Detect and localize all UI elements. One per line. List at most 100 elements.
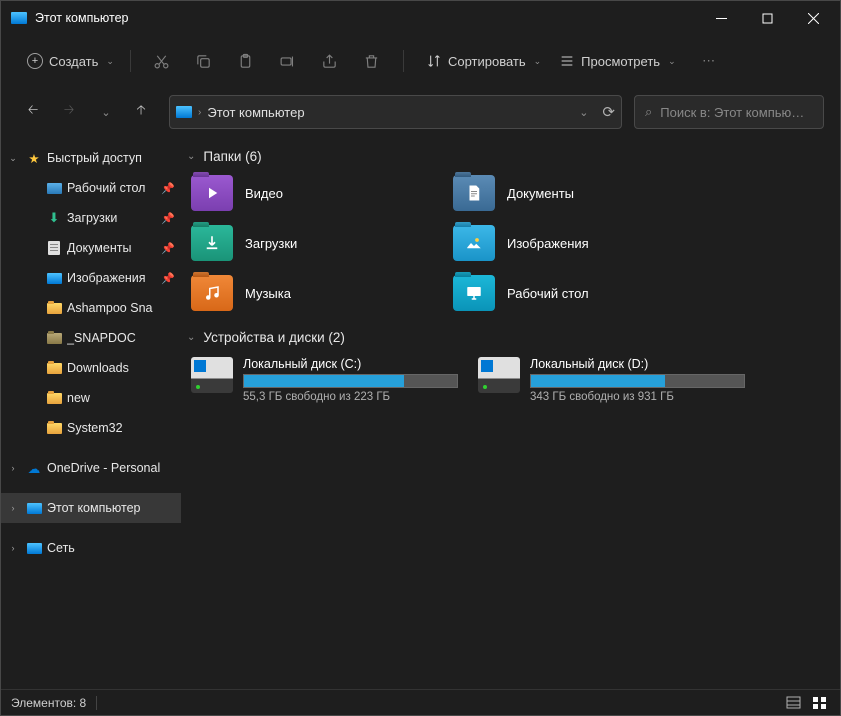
rename-button[interactable] <box>269 44 307 78</box>
copy-button[interactable] <box>185 44 223 78</box>
close-button[interactable] <box>790 1 836 35</box>
share-button[interactable] <box>311 44 349 78</box>
sidebar: ⌄ ★ Быстрый доступ Рабочий стол 📌 ⬇Загрузк… <box>1 137 181 689</box>
chevron-down-icon[interactable]: ⌄ <box>5 153 21 164</box>
details-view-button[interactable] <box>782 693 804 713</box>
thispc-icon <box>25 503 43 514</box>
drive-subtitle: 55,3 ГБ свободно из 223 ГБ <box>243 391 458 403</box>
folder-item[interactable]: Музыка <box>187 272 437 314</box>
folder-icon <box>191 275 233 311</box>
titlebar[interactable]: Этот компьютер <box>1 1 840 35</box>
more-button[interactable]: ⋯ <box>690 44 728 78</box>
pin-icon: 📌 <box>161 272 175 285</box>
sidebar-item-label: System32 <box>67 421 175 435</box>
up-button[interactable]: 🡡 <box>125 96 157 128</box>
recent-button[interactable]: ⌄ <box>89 96 121 128</box>
new-button[interactable]: + Создать ⌄ <box>17 44 118 78</box>
group-label: Папки (6) <box>203 149 261 164</box>
sidebar-item-label: Быстрый доступ <box>47 151 175 165</box>
sidebar-item[interactable]: _SNAPDOC <box>21 323 181 353</box>
sidebar-item-network[interactable]: › Сеть <box>1 533 181 563</box>
chevron-down-icon: ⌄ <box>106 56 114 67</box>
drive-item[interactable]: Локальный диск (C:) 55,3 ГБ свободно из 2… <box>187 353 462 407</box>
toolbar: + Создать ⌄ Сортировать ⌄ Просмотреть ⌄ … <box>1 35 840 87</box>
address-bar[interactable]: › Этот компьютер ⌄ ⟳ <box>169 95 622 129</box>
sidebar-item-quick-access[interactable]: ⌄ ★ Быстрый доступ <box>1 143 181 173</box>
sidebar-item[interactable]: ⬇Загрузки📌 <box>21 203 181 233</box>
content-area: ⌄ Папки (6) Видео Документы Загрузки Изобра… <box>181 137 840 689</box>
drive-capacity-bar <box>530 374 745 388</box>
folder-icon <box>453 175 495 211</box>
drive-subtitle: 343 ГБ свободно из 931 ГБ <box>530 391 745 403</box>
pin-icon: 📌 <box>161 182 175 195</box>
statusbar: Элементов: 8 <box>1 689 840 715</box>
sidebar-item[interactable]: Downloads <box>21 353 181 383</box>
chevron-down-icon[interactable]: ⌄ <box>579 106 588 119</box>
folder-item[interactable]: Изображения <box>449 222 699 264</box>
sort-button[interactable]: Сортировать ⌄ <box>416 44 545 78</box>
star-icon: ★ <box>25 151 43 166</box>
sidebar-item-label: Документы <box>67 241 157 255</box>
thispc-icon <box>11 12 27 24</box>
sidebar-item-thispc[interactable]: › Этот компьютер <box>1 493 181 523</box>
folder-label: Изображения <box>507 236 589 251</box>
folder-item[interactable]: Документы <box>449 172 699 214</box>
sidebar-item-label: new <box>67 391 175 405</box>
chevron-right-icon[interactable]: › <box>5 463 21 473</box>
sidebar-item[interactable]: Рабочий стол 📌 <box>21 173 181 203</box>
pin-icon: 📌 <box>161 242 175 255</box>
refresh-button[interactable]: ⟳ <box>602 103 615 121</box>
back-button[interactable]: 🡠 <box>17 96 49 128</box>
folder-label: Загрузки <box>245 236 297 251</box>
folder-icon <box>45 423 63 434</box>
folders-group-header[interactable]: ⌄ Папки (6) <box>187 149 834 164</box>
sidebar-item-label: Изображения <box>67 271 157 285</box>
maximize-button[interactable] <box>744 1 790 35</box>
sidebar-item-label: Этот компьютер <box>47 501 175 515</box>
folder-icon <box>45 363 63 374</box>
search-placeholder: Поиск в: Этот компью… <box>660 105 804 120</box>
sort-label: Сортировать <box>448 54 526 69</box>
drive-item[interactable]: Локальный диск (D:) 343 ГБ свободно из 93… <box>474 353 749 407</box>
sidebar-item[interactable]: new <box>21 383 181 413</box>
tiles-view-button[interactable] <box>808 693 830 713</box>
explorer-window: Этот компьютер + Создать ⌄ Сортировать ⌄… <box>0 0 841 716</box>
chevron-down-icon: ⌄ <box>534 56 542 67</box>
folder-icon <box>191 175 233 211</box>
folder-label: Документы <box>507 186 574 201</box>
drive-icon <box>478 357 520 393</box>
chevron-right-icon[interactable]: › <box>5 543 21 553</box>
delete-button[interactable] <box>353 44 391 78</box>
chevron-right-icon[interactable]: › <box>5 503 21 513</box>
sidebar-item-label: _SNAPDOC <box>67 331 175 345</box>
sidebar-item[interactable]: System32 <box>21 413 181 443</box>
cut-button[interactable] <box>143 44 181 78</box>
view-button[interactable]: Просмотреть ⌄ <box>549 44 679 78</box>
sidebar-item-onedrive[interactable]: › ☁ OneDrive - Personal <box>1 453 181 483</box>
view-label: Просмотреть <box>581 54 660 69</box>
search-input[interactable]: ⌕ Поиск в: Этот компью… <box>634 95 824 129</box>
navbar: 🡠 🡢 ⌄ 🡡 › Этот компьютер ⌄ ⟳ ⌕ Поиск в: … <box>1 87 840 137</box>
window-title: Этот компьютер <box>35 11 698 25</box>
drives-group-header[interactable]: ⌄ Устройства и диски (2) <box>187 330 834 345</box>
folder-item[interactable]: Загрузки <box>187 222 437 264</box>
sidebar-item[interactable]: Ashampoo Sna <box>21 293 181 323</box>
drive-name: Локальный диск (C:) <box>243 357 458 371</box>
chevron-down-icon: ⌄ <box>187 151 195 162</box>
minimize-button[interactable] <box>698 1 744 35</box>
folder-item[interactable]: Видео <box>187 172 437 214</box>
sidebar-item[interactable]: Документы 📌 <box>21 233 181 263</box>
group-label: Устройства и диски (2) <box>203 330 345 345</box>
drive-name: Локальный диск (D:) <box>530 357 745 371</box>
folder-item[interactable]: Рабочий стол <box>449 272 699 314</box>
breadcrumb[interactable]: Этот компьютер <box>207 105 304 120</box>
folder-icon <box>45 241 63 255</box>
chevron-down-icon: ⌄ <box>668 56 676 67</box>
folder-icon <box>453 225 495 261</box>
sidebar-item-label: Рабочий стол <box>67 181 157 195</box>
folder-label: Музыка <box>245 286 291 301</box>
thispc-icon <box>176 106 192 118</box>
paste-button[interactable] <box>227 44 265 78</box>
sidebar-item[interactable]: Изображения 📌 <box>21 263 181 293</box>
forward-button[interactable]: 🡢 <box>53 96 85 128</box>
